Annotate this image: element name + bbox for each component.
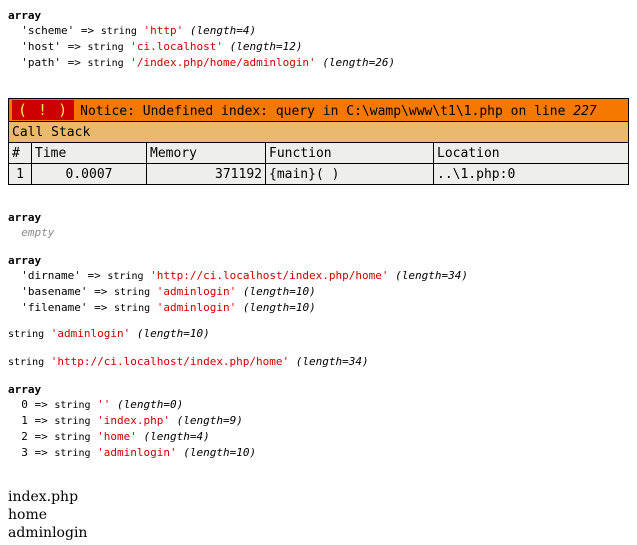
dump-type: string <box>54 448 91 459</box>
dump-value: 'ci.localhost' <box>130 40 223 53</box>
dump-type: string <box>107 271 144 282</box>
warning-bang-icon: ( ! ) <box>12 100 75 120</box>
dump-key: 'scheme' <box>21 24 75 37</box>
dump-length: (length=10) <box>183 446 257 459</box>
page: array 'scheme' => string 'http' (length=… <box>0 0 637 545</box>
dump-length: (length=9) <box>176 414 243 427</box>
dump-value: 'home' <box>97 430 137 443</box>
dump-length: (length=10) <box>242 285 316 298</box>
dump-value: '/index.php/home/adminlogin' <box>130 56 316 69</box>
dump-length: (length=4) <box>189 24 257 37</box>
cell-function: {main}( ) <box>265 163 434 185</box>
array-keyword: array <box>8 254 42 267</box>
dump-arrow: => <box>34 430 48 443</box>
var-dump-url-parts: array 'scheme' => string 'http' (length=… <box>8 8 395 71</box>
dump-length: (length=4) <box>143 430 210 443</box>
dump-key: 2 <box>21 430 28 443</box>
dump-key: 'dirname' <box>21 269 81 282</box>
dump-value: 'http' <box>143 24 184 37</box>
dump-type: string <box>8 357 45 368</box>
dump-length: (length=10) <box>136 327 210 340</box>
notice-message: Notice: Undefined index: query in C:\wam… <box>80 104 566 119</box>
cell-location: ..\1.php:0 <box>433 163 629 185</box>
var-dump-empty-array: array empty <box>8 210 54 240</box>
dump-arrow: => <box>34 398 48 411</box>
dump-arrow: => <box>67 40 81 53</box>
column-header-function: Function <box>265 142 434 164</box>
dump-type: string <box>54 400 91 411</box>
dump-length: (length=0) <box>117 398 184 411</box>
dump-type: string <box>54 416 91 427</box>
var-dump-basename-string: string 'adminlogin' (length=10) <box>8 326 210 342</box>
dump-value: 'adminlogin' <box>97 446 177 459</box>
var-dump-pathinfo: array 'dirname' => string 'http://ci.loc… <box>8 253 468 316</box>
dump-value: 'adminlogin' <box>50 327 131 340</box>
dump-value: '' <box>97 398 111 411</box>
var-dump-dirname-string: string 'http://ci.localhost/index.php/ho… <box>8 354 369 370</box>
dump-value: 'http://ci.localhost/index.php/home' <box>150 269 389 282</box>
dump-arrow: => <box>67 56 81 69</box>
notice-message-cell: ( ! ) Notice: Undefined index: query in C… <box>8 98 629 122</box>
dump-key: 1 <box>21 414 28 427</box>
dump-key: 'host' <box>21 40 61 53</box>
call-stack-title: Call Stack <box>8 121 629 143</box>
cell-memory: 371192 <box>146 163 266 185</box>
dump-value: 'http://ci.localhost/index.php/home' <box>50 355 290 368</box>
plain-echo-output: index.php home adminlogin <box>8 488 87 542</box>
dump-arrow: => <box>34 414 48 427</box>
dump-key: 'path' <box>21 56 61 69</box>
cell-num: 1 <box>8 163 32 185</box>
dump-length: (length=12) <box>229 40 303 53</box>
dump-type: string <box>100 26 137 37</box>
dump-arrow: => <box>80 24 95 37</box>
column-header-num: # <box>8 142 32 164</box>
dump-type: string <box>113 303 151 314</box>
output-line: home <box>8 507 48 523</box>
notice-line-number: 227 <box>573 104 597 119</box>
dump-type: string <box>87 58 124 69</box>
dump-value: 'index.php' <box>97 414 170 427</box>
dump-length: (length=10) <box>242 301 316 314</box>
output-line: adminlogin <box>8 525 88 541</box>
dump-type: string <box>54 432 91 443</box>
notice-header-row: ( ! ) Notice: Undefined index: query in C… <box>8 98 629 122</box>
dump-key: 3 <box>21 446 28 459</box>
array-keyword: array <box>8 383 42 396</box>
dump-length: (length=34) <box>395 269 469 282</box>
var-dump-path-segments: array 0 => string '' (length=0) 1 => str… <box>8 382 256 461</box>
column-header-memory: Memory <box>146 142 266 164</box>
empty-label: empty <box>21 226 55 239</box>
dump-arrow: => <box>87 269 101 282</box>
dump-key: 'filename' <box>21 301 88 314</box>
array-keyword: array <box>8 9 42 22</box>
cell-time: 0.0007 <box>31 163 147 185</box>
column-header-location: Location <box>433 142 629 164</box>
dump-type: string <box>8 329 45 340</box>
array-keyword: array <box>8 211 42 224</box>
dump-value: 'adminlogin' <box>156 301 237 314</box>
dump-value: 'adminlogin' <box>156 285 237 298</box>
output-line: index.php <box>8 489 79 505</box>
dump-arrow: => <box>34 446 48 459</box>
dump-key: 0 <box>21 398 28 411</box>
dump-arrow: => <box>94 285 108 298</box>
xdebug-notice-table: ( ! ) Notice: Undefined index: query in C… <box>8 98 629 185</box>
dump-type: string <box>113 287 151 298</box>
dump-type: string <box>87 42 124 53</box>
table-row: 1 0.0007 371192 {main}( ) ..\1.php:0 <box>8 163 629 185</box>
dump-arrow: => <box>94 301 108 314</box>
dump-length: (length=26) <box>322 56 396 69</box>
column-header-time: Time <box>31 142 147 164</box>
call-stack-header-row: # Time Memory Function Location <box>8 142 629 164</box>
dump-length: (length=34) <box>295 355 369 368</box>
dump-key: 'basename' <box>21 285 88 298</box>
call-stack-title-row: Call Stack <box>8 121 629 143</box>
